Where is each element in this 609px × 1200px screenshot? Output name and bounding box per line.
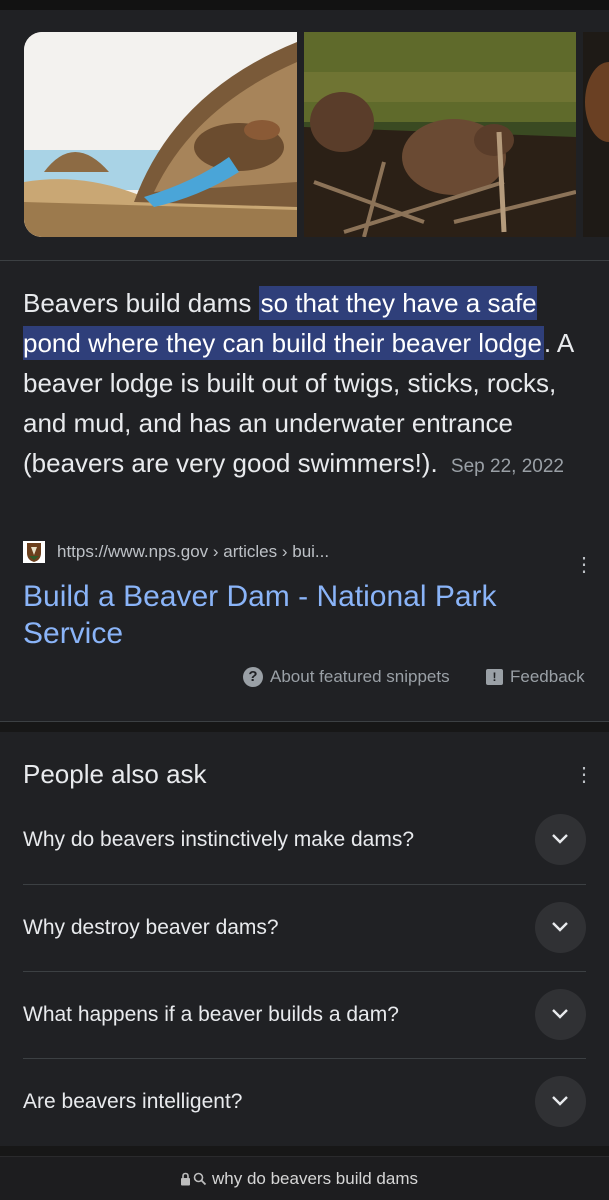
expand-button[interactable]: [535, 814, 586, 865]
lock-icon: [181, 1172, 190, 1186]
about-featured-snippets-label: About featured snippets: [270, 667, 450, 686]
image-carousel[interactable]: [24, 32, 609, 237]
search-icon: [193, 1172, 207, 1186]
source-row[interactable]: https://www.nps.gov › articles › bui...: [23, 540, 589, 564]
paa-question-text: What happens if a beaver builds a dam?: [23, 1003, 399, 1026]
answer-lead: Beavers build dams: [23, 288, 259, 318]
search-results-page: Beavers build dams so that they have a s…: [0, 0, 609, 1200]
expand-button[interactable]: [535, 1076, 586, 1127]
search-query-display[interactable]: why do beavers build dams: [180, 1169, 418, 1189]
paa-question-text: Are beavers intelligent?: [23, 1090, 243, 1113]
result-title-link[interactable]: Build a Beaver Dam - National Park Servi…: [23, 578, 563, 652]
beavers-on-dam-photo[interactable]: [304, 32, 576, 237]
expand-button[interactable]: [535, 902, 586, 953]
chevron-down-icon: [552, 922, 568, 932]
paa-question[interactable]: Are beavers intelligent?: [23, 1058, 586, 1145]
top-band: [0, 0, 609, 10]
paa-question[interactable]: Why destroy beaver dams?: [23, 884, 586, 971]
feedback-icon: !: [486, 669, 503, 685]
nps-arrowhead-icon: [23, 541, 45, 563]
help-circle-icon: ?: [243, 667, 263, 687]
people-also-ask-card: People also ask ⋮ Why do beavers instinc…: [0, 732, 609, 1146]
paa-question-text: Why do beavers instinctively make dams?: [23, 828, 414, 851]
expand-button[interactable]: [535, 989, 586, 1040]
feedback-label: Feedback: [510, 667, 585, 686]
source-url[interactable]: https://www.nps.gov › articles › bui...: [57, 542, 329, 562]
paa-question-text: Why destroy beaver dams?: [23, 916, 279, 939]
chevron-down-icon: [552, 834, 568, 844]
chevron-down-icon: [552, 1096, 568, 1106]
paa-question[interactable]: What happens if a beaver builds a dam?: [23, 971, 586, 1058]
more-vert-icon[interactable]: ⋮: [574, 555, 594, 575]
about-featured-snippets-link[interactable]: ? About featured snippets: [243, 666, 450, 688]
beaver-lodge-illustration[interactable]: [24, 32, 297, 237]
bottom-search-bar[interactable]: why do beavers build dams: [0, 1156, 609, 1200]
paa-question[interactable]: Why do beavers instinctively make dams?: [23, 796, 586, 883]
beaver-photo-partial[interactable]: [583, 32, 609, 237]
snippet-date: Sep 22, 2022: [450, 456, 564, 477]
search-query-text: why do beavers build dams: [212, 1169, 419, 1188]
snippet-answer: Beavers build dams so that they have a s…: [23, 283, 589, 487]
divider: [0, 260, 609, 261]
more-vert-icon[interactable]: ⋮: [574, 762, 594, 787]
feedback-link[interactable]: ! Feedback: [486, 666, 585, 688]
people-also-ask-title: People also ask: [23, 759, 207, 789]
chevron-down-icon: [552, 1009, 568, 1019]
